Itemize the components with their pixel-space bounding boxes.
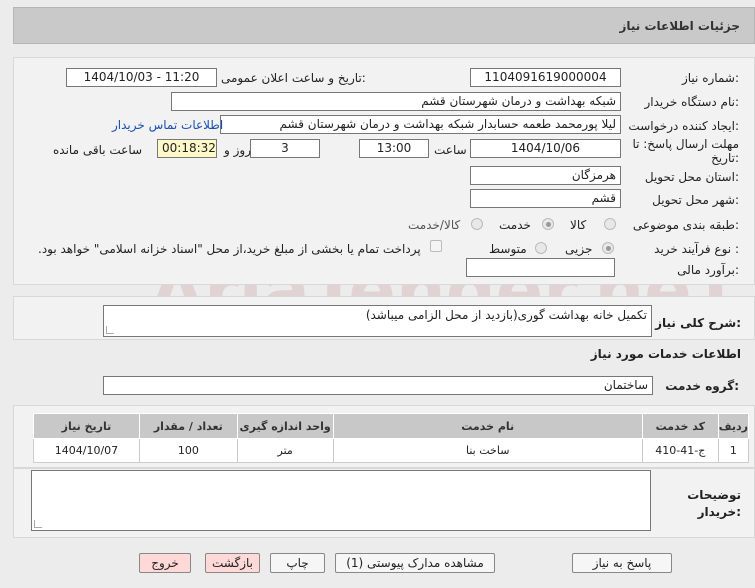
resize-grip-icon[interactable] <box>106 326 114 334</box>
days-label: روز و <box>224 143 251 157</box>
buyer-notes-label-line2: خریدار: <box>697 505 741 519</box>
buyer-notes-label-line1: توضیحات <box>687 488 741 502</box>
creator-label: ایجاد کننده درخواست: <box>628 119 739 133</box>
process-option-medium-label: متوسط <box>489 242 527 256</box>
time-label: ساعت <box>434 143 467 157</box>
buyer-notes-textarea[interactable] <box>31 470 651 531</box>
process-option-minor-label: جزیی <box>565 242 593 256</box>
page-title: جزئیات اطلاعات نیاز <box>619 19 740 33</box>
province-label: استان محل تحویل: <box>644 170 739 184</box>
category-label: طبقه بندی موضوعی: <box>632 218 739 232</box>
reply-button[interactable]: پاسخ به نیاز <box>572 553 672 573</box>
col-qty-header: تعداد / مقدار <box>138 413 238 439</box>
days-field[interactable]: 3 <box>250 139 320 158</box>
resize-grip-icon[interactable] <box>34 520 42 528</box>
cell-row: 1 <box>717 438 750 463</box>
creator-field[interactable]: لیلا پورمحمد طعمه حسابدار شبکه بهداشت و … <box>220 115 621 134</box>
col-date-header: تاریخ نیاز <box>33 413 140 439</box>
cell-date: 1404/10/07 <box>33 438 140 463</box>
services-section-title: اطلاعات خدمات مورد نیاز <box>590 347 741 361</box>
description-label: شرح کلی نیاز: <box>655 316 741 330</box>
category-option-goods-radio[interactable] <box>604 218 616 230</box>
cell-unit: متر <box>236 438 334 463</box>
announce-datetime-field[interactable]: 1404/10/03 - 11:20 <box>66 68 217 87</box>
buyer-org-label: نام دستگاه خریدار: <box>644 95 740 109</box>
deadline-date-field[interactable]: 1404/10/06 <box>470 139 621 158</box>
col-name-header: نام خدمت <box>332 413 643 439</box>
deadline-time-field[interactable]: 13:00 <box>359 139 429 158</box>
process-label: نوع فرآیند خرید : <box>654 242 739 256</box>
col-code-header: کد خدمت <box>641 413 719 439</box>
table-row[interactable]: 1 ج-41-410 ساخت بنا متر 100 1404/10/07 <box>33 438 750 463</box>
services-table: ردیف کد خدمت نام خدمت واحد اندازه گیری ت… <box>33 413 750 463</box>
service-group-field[interactable]: ساختمان <box>103 376 653 395</box>
category-option-both-label: کالا/خدمت <box>408 218 461 232</box>
remaining-time-field: 00:18:32 <box>157 139 217 158</box>
need-number-label: شماره نیاز: <box>681 71 739 85</box>
category-option-both-radio[interactable] <box>471 218 483 230</box>
treasury-payment-note: پرداخت تمام یا بخشی از مبلغ خرید،از محل … <box>38 242 421 256</box>
city-label: شهر محل تحویل: <box>652 193 739 207</box>
process-option-minor-radio[interactable] <box>602 242 614 254</box>
cell-name: ساخت بنا <box>332 438 643 463</box>
panel-header: جزئیات اطلاعات نیاز <box>13 7 755 44</box>
budget-label: برآورد مالی: <box>677 263 739 277</box>
view-attachments-button[interactable]: مشاهده مدارک پیوستی (1) <box>335 553 495 573</box>
budget-field[interactable] <box>466 258 615 277</box>
col-unit-header: واحد اندازه گیری <box>236 413 334 439</box>
service-group-label: گروه خدمت: <box>665 379 739 393</box>
remaining-label: ساعت باقی مانده <box>53 143 143 157</box>
process-option-medium-radio[interactable] <box>535 242 547 254</box>
exit-button[interactable]: خروج <box>139 553 191 573</box>
buyer-org-field[interactable]: شبکه بهداشت و درمان شهرستان قشم <box>171 92 621 111</box>
deadline-label: مهلت ارسال پاسخ: تا تاریخ: <box>632 137 739 165</box>
description-text: تکمیل خانه بهداشت گوری(بازدید از محل الز… <box>365 308 647 322</box>
description-textarea[interactable]: تکمیل خانه بهداشت گوری(بازدید از محل الز… <box>103 305 652 337</box>
category-option-service-radio[interactable] <box>542 218 554 230</box>
province-field[interactable]: هرمزگان <box>470 166 621 185</box>
city-field[interactable]: قشم <box>470 189 621 208</box>
back-button[interactable]: بازگشت <box>205 553 260 573</box>
cell-qty: 100 <box>138 438 238 463</box>
announce-label: تاریخ و ساعت اعلان عمومی: <box>221 71 366 85</box>
need-number-field[interactable]: 1104091619000004 <box>470 68 621 87</box>
cell-code: ج-41-410 <box>641 438 719 463</box>
category-option-goods-label: کالا <box>570 218 587 232</box>
category-option-service-label: خدمت <box>499 218 531 232</box>
contact-buyer-link[interactable]: اطلاعات تماس خریدار <box>112 118 223 132</box>
table-header-row: ردیف کد خدمت نام خدمت واحد اندازه گیری ت… <box>33 413 750 439</box>
col-row-header: ردیف <box>717 413 750 439</box>
print-button[interactable]: چاپ <box>270 553 325 573</box>
treasury-payment-checkbox[interactable] <box>430 240 442 252</box>
